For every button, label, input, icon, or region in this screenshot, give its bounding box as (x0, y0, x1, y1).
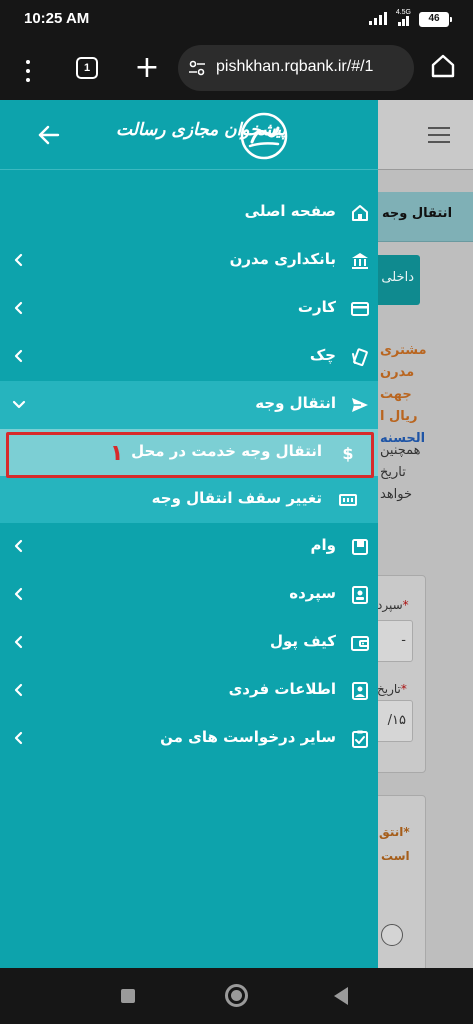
menu-item-label: انتقال وجه (255, 394, 336, 412)
bank-icon (352, 253, 368, 269)
menu-item-label: سپرده (289, 584, 336, 602)
chevron-left-icon (14, 731, 23, 745)
radio-button[interactable] (381, 924, 403, 946)
signal-icon (369, 12, 387, 25)
chevron-left-icon (14, 635, 23, 649)
status-bar: 10:25 AM 4.5G 46 (0, 0, 473, 40)
chevron-left-icon (14, 587, 23, 601)
menu-item-loan[interactable]: وام (0, 523, 378, 571)
chevron-left-icon (14, 253, 23, 267)
system-navigation-bar (0, 968, 473, 1024)
menu-item-label: اطلاعات فردی (228, 680, 336, 698)
step-number-annotation: ۱ (110, 441, 124, 466)
chevron-left-icon (14, 301, 23, 315)
recent-apps-icon[interactable] (121, 989, 135, 1003)
menu-item-label: صفحه اصلی (244, 202, 336, 220)
requests-icon (352, 730, 368, 748)
clock: 10:25 AM (24, 10, 90, 27)
menu-item-deposit[interactable]: سپرده (0, 571, 378, 619)
submenu-item-on-site-transfer[interactable]: $ انتقال وجه خدمت در محل (0, 429, 378, 476)
menu-item-label: بانکداری مدرن (229, 250, 336, 268)
menu-item-cheque[interactable]: چک (0, 333, 378, 381)
signal-2-icon (398, 16, 409, 26)
menu-item-label: وام (310, 536, 336, 554)
site-settings-icon[interactable] (188, 59, 206, 77)
menu-item-home[interactable]: صفحه اصلی (0, 189, 378, 237)
back-arrow-icon[interactable] (36, 122, 62, 148)
card-icon (351, 302, 369, 316)
submenu-item-label: انتقال وجه خدمت در محل (131, 442, 322, 460)
wallet-icon (351, 636, 369, 651)
menu-item-personal-info[interactable]: اطلاعات فردی (0, 667, 378, 715)
overflow-menu-icon[interactable] (18, 58, 38, 84)
warning-text: مشتری مدرن جهت ریال ا الحسنه (380, 343, 427, 446)
send-icon (352, 398, 368, 412)
page-title: انتقال وجه (378, 192, 473, 242)
menu-item-money-transfer[interactable]: انتقال وجه (0, 381, 378, 429)
navigation-drawer: پیشخوان مجازی رسالت صفحه اصلی بانکداری م… (0, 100, 378, 968)
home-icon[interactable] (430, 53, 456, 79)
form-card: *انتق است (372, 795, 426, 968)
submenu-item-transfer-limit[interactable]: تغییر سقف انتقال وجه (0, 476, 378, 523)
drawer-header: پیشخوان مجازی رسالت (0, 100, 378, 170)
svg-text:$: $ (342, 444, 353, 463)
menu-item-label: چک (309, 346, 336, 364)
info-text: همچنین تاریخ خواهد (380, 443, 421, 502)
cheque-icon (352, 348, 368, 367)
limit-icon (339, 494, 357, 506)
profile-icon (352, 682, 368, 700)
address-bar[interactable]: pishkhan.rqbank.ir/#/1 (178, 45, 414, 91)
menu-item-modern-banking[interactable]: بانکداری مدرن (0, 237, 378, 285)
back-icon[interactable] (334, 987, 348, 1005)
date-field[interactable]: /۱۵ (373, 700, 413, 742)
new-tab-button[interactable]: + (132, 48, 162, 88)
internal-tab-button[interactable]: داخلی (378, 255, 420, 305)
browser-toolbar: 1 + pishkhan.rqbank.ir/#/1 (0, 40, 473, 100)
chevron-down-icon (12, 400, 26, 409)
dollar-icon: $ (342, 444, 353, 463)
chevron-left-icon (14, 349, 23, 363)
form-card: *سپرد - *تاریخ /۱۵ (372, 575, 426, 773)
menu-item-wallet[interactable]: کیف پول (0, 619, 378, 667)
menu-item-card[interactable]: کارت (0, 285, 378, 333)
home-icon (352, 205, 368, 221)
field-label: *تاریخ (377, 682, 407, 696)
bank-logo-icon (240, 112, 288, 160)
chevron-left-icon (14, 539, 23, 553)
page-header (378, 100, 473, 170)
chevron-left-icon (14, 683, 23, 697)
battery-icon: 46 (419, 12, 452, 27)
money-transfer-submenu: $ انتقال وجه خدمت در محل تغییر سقف انتقا… (0, 429, 378, 523)
tab-switcher-button[interactable]: 1 (76, 57, 98, 79)
loan-icon (352, 539, 368, 555)
field-label: *سپرد (377, 598, 409, 612)
submenu-item-label: تغییر سقف انتقال وجه (151, 489, 322, 507)
menu-item-label: کیف پول (270, 632, 336, 650)
question-text: *انتق است (379, 825, 410, 863)
hamburger-menu-icon[interactable] (428, 127, 450, 143)
url-text: pishkhan.rqbank.ir/#/1 (216, 58, 374, 75)
home-button-icon[interactable] (225, 984, 248, 1007)
menu-item-label: سایر درخواست های من (160, 728, 336, 746)
deposit-icon (352, 586, 368, 604)
deposit-select[interactable]: - (373, 620, 413, 662)
menu-item-label: کارت (297, 298, 336, 316)
menu-item-other-requests[interactable]: سایر درخواست های من (0, 715, 378, 763)
drawer-menu: صفحه اصلی بانکداری مدرن کارت چک انتقال و… (0, 189, 378, 763)
